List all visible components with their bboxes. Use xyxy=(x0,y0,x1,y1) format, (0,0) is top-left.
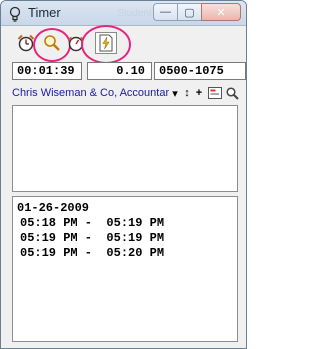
lightning-page-icon xyxy=(99,34,113,52)
readout-row: 00:01:39 0.10 0500-1075 xyxy=(12,62,246,80)
client-dropdown-icon[interactable]: ▾ xyxy=(170,86,180,100)
maximize-button[interactable]: ▢ xyxy=(177,3,201,21)
close-button[interactable]: ✕ xyxy=(201,3,241,21)
search-icon[interactable] xyxy=(225,86,239,100)
email-icon[interactable] xyxy=(207,86,223,100)
client-select[interactable]: Chris Wiseman & Co, Accountar xyxy=(12,85,180,101)
quick-entry-button[interactable] xyxy=(95,32,117,54)
window-title: Timer xyxy=(28,5,61,20)
add-client-button[interactable]: + xyxy=(194,86,204,100)
zoom-button[interactable] xyxy=(41,32,63,54)
title-bar[interactable]: Timer · · Student — ▢ ✕ xyxy=(1,1,246,26)
elapsed-time-display: 00:01:39 xyxy=(12,62,82,80)
code-display: 0500-1075 xyxy=(154,62,246,80)
toolbar xyxy=(1,25,246,64)
notes-textarea[interactable] xyxy=(12,105,238,192)
log-entry: 05:19 PM - 05:20 PM xyxy=(20,246,165,260)
client-row: Chris Wiseman & Co, Accountar ▾ ↕ + xyxy=(12,85,246,101)
lightbulb-icon xyxy=(9,6,21,22)
time-log: 01-26-2009 05:18 PM - 05:19 PM 05:19 PM … xyxy=(12,196,238,342)
magnifier-icon xyxy=(44,35,60,51)
log-entry: 05:19 PM - 05:19 PM xyxy=(20,231,165,245)
sort-icon[interactable]: ↕ xyxy=(182,86,192,100)
log-date: 01-26-2009 xyxy=(17,201,90,215)
amount-display: 0.10 xyxy=(87,62,152,80)
log-entry: 05:18 PM - 05:19 PM xyxy=(20,216,165,230)
timer-window: Timer · · Student — ▢ ✕ 00:01:39 0.10 05… xyxy=(0,0,247,349)
background-tab-text: · · Student xyxy=(105,8,152,19)
window-controls: — ▢ ✕ xyxy=(153,3,241,21)
minimize-button[interactable]: — xyxy=(153,3,177,21)
